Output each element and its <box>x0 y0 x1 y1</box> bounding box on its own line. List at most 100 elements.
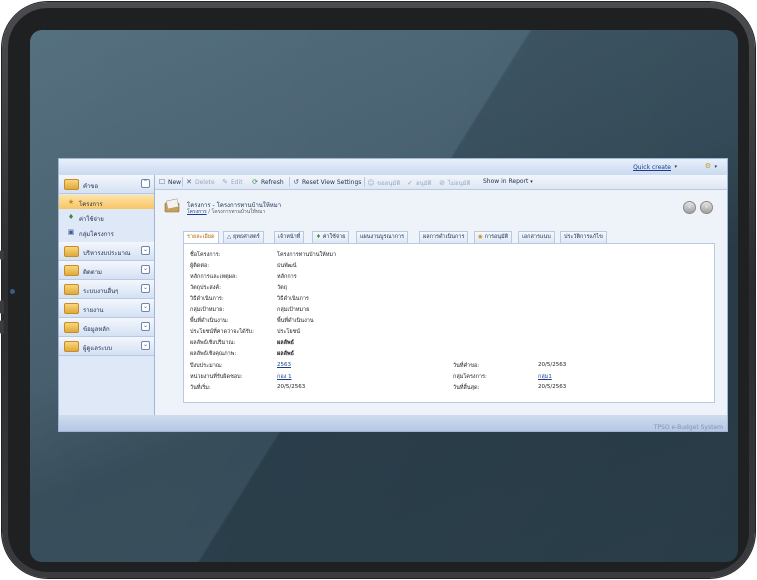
field-label: ประโยชน์ที่คาดว่าจะได้รับ: <box>190 329 255 335</box>
field-value: โครงการทานบ้านให้หมา <box>277 252 337 258</box>
breadcrumb: โครงการ / โครงการทานบ้านให้หมา <box>187 209 266 215</box>
quick-create-link[interactable]: Quick create <box>633 164 671 171</box>
main-content: โครงการ - โครงการทานบ้านให้หมา โครงการ /… <box>155 190 727 415</box>
field-value: ผลลัพธ์ <box>277 340 294 346</box>
sidebar-group-label: บริหารงบประมาณ <box>83 250 131 257</box>
field-value: 20/5/2563 <box>277 384 306 390</box>
sidebar-item-project-groups[interactable]: ▣ กลุ่มโครงการ <box>59 225 154 239</box>
expand-icon[interactable]: ⌄ <box>141 341 150 350</box>
tab-staff[interactable]: เจ้าหน้าที่ <box>274 231 305 243</box>
tools-icon[interactable]: ⚙ <box>705 162 711 170</box>
field-label: หลักการและเหตุผล: <box>190 274 238 280</box>
previous-record-button[interactable]: ‹ <box>683 201 696 214</box>
reject-button[interactable]: ⊘ ไม่อนุมัติ <box>438 178 470 188</box>
user-icon: ☺ <box>367 179 375 187</box>
sidebar-group-admin[interactable]: ผู้ดูแลระบบ ⌄ <box>59 337 154 356</box>
folder-icon <box>64 322 79 333</box>
new-document-icon: ☐ <box>158 178 166 186</box>
tab-attachments[interactable]: เอกสารแนบ <box>518 231 555 243</box>
reset-view-settings-button[interactable]: ↺ Reset View Settings <box>292 178 361 186</box>
field-label: ปีงบประมาณ: <box>190 363 223 369</box>
sidebar-item-label: ค่าใช้จ่าย <box>79 216 104 223</box>
field-value: หลักการ <box>277 274 297 280</box>
field-label: ผลลัพธ์เชิงปริมาณ: <box>190 340 236 346</box>
sidebar-group-label: ติดตาม <box>83 269 103 276</box>
money-icon: ♦ <box>67 213 75 221</box>
sidebar: คำขอ ⌃ ★ โครงการ ♦ ค่าใช้จ่าย ▣ กลุ่มโคร… <box>59 175 155 415</box>
delete-icon: ✕ <box>186 178 192 186</box>
chevron-down-icon: ▾ <box>530 179 533 185</box>
sidebar-item-expenses[interactable]: ♦ ค่าใช้จ่าย <box>59 210 154 224</box>
field-value: 20/5/2563 <box>538 384 567 390</box>
details-panel: ชื่อโครงการ: โครงการทานบ้านให้หมา ผู้ติดต… <box>183 243 715 403</box>
edit-button[interactable]: ✎ Edit <box>221 178 243 186</box>
tab-strategy[interactable]: △ ยุทธศาสตร์ <box>223 231 264 243</box>
approve-button[interactable]: ✓ อนุมัติ <box>406 178 432 188</box>
folder-icon <box>64 179 79 190</box>
strategy-icon: △ <box>227 234 232 240</box>
expand-icon[interactable]: ⌄ <box>141 322 150 331</box>
tab-integration-plan[interactable]: แผนงานบูรณาการ <box>356 231 409 243</box>
sidebar-group-requests[interactable]: คำขอ ⌃ <box>59 175 154 194</box>
sidebar-group-budget[interactable]: บริหารงบประมาณ ⌄ <box>59 242 154 261</box>
sidebar-group-label: รายงาน <box>83 307 104 314</box>
field-value: พื้นที่ดำเนินงาน <box>277 318 314 324</box>
department-link[interactable]: กอง 1 <box>277 373 292 381</box>
field-label: หน่วยงานที่รับผิดชอบ: <box>190 374 243 380</box>
volume-button <box>0 300 4 314</box>
sidebar-group-other[interactable]: ระบบงานอื่นๆ ⌄ <box>59 280 154 299</box>
sidebar-group-tracking[interactable]: ติดตาม ⌄ <box>59 261 154 280</box>
record-icon <box>164 198 180 213</box>
expand-icon[interactable]: ⌄ <box>141 246 150 255</box>
chevron-down-icon[interactable]: ▾ <box>674 164 677 170</box>
folder-icon <box>64 246 79 257</box>
field-label: วิธีดำเนินการ: <box>190 296 224 302</box>
folder-icon <box>64 265 79 276</box>
tab-approval[interactable]: ◉ การอนุมัติ <box>474 231 513 243</box>
app-window: Quick create ▾ ⚙ ▾ คำขอ ⌃ ★ โครงการ ♦ ค่… <box>58 158 728 432</box>
field-value: วิธีดำเนินการ <box>277 296 309 302</box>
fiscal-year-link[interactable]: 2563 <box>277 362 291 368</box>
reject-icon: ⊘ <box>439 179 445 187</box>
toolbar: ☐ New ✕ Delete ✎ Edit ⟳ Refresh ↺ Reset View … <box>155 175 727 190</box>
expand-icon[interactable]: ⌄ <box>141 265 150 274</box>
field-value: 20/5/2563 <box>538 362 567 368</box>
show-in-report-button[interactable]: Show in Report ▾ <box>483 178 533 185</box>
tab-history[interactable]: ประวัติการแก้ไข <box>560 231 607 243</box>
volume-button <box>0 320 4 334</box>
new-button[interactable]: ☐ New <box>158 178 181 186</box>
volume-button <box>0 250 4 260</box>
group-icon: ▣ <box>67 228 75 236</box>
status-bar: TPSO e-Budget System <box>59 415 727 431</box>
field-label: วันที่สิ้นสุด: <box>453 385 480 391</box>
field-label: พื้นที่ดำเนินงาน: <box>190 318 229 324</box>
expand-icon[interactable]: ⌄ <box>141 284 150 293</box>
delete-button[interactable]: ✕ Delete <box>185 178 215 186</box>
request-approval-button[interactable]: ☺ ขออนุมัติ <box>367 178 400 188</box>
chevron-down-icon[interactable]: ▾ <box>714 164 717 170</box>
breadcrumb-link-projects[interactable]: โครงการ <box>187 209 207 215</box>
next-record-button[interactable]: › <box>700 201 713 214</box>
expand-icon[interactable]: ⌄ <box>141 303 150 312</box>
edit-icon: ✎ <box>222 178 228 186</box>
sidebar-group-label: ผู้ดูแลระบบ <box>83 345 113 352</box>
refresh-icon: ⟳ <box>252 178 258 186</box>
sidebar-group-reports[interactable]: รายงาน ⌄ <box>59 299 154 318</box>
refresh-button[interactable]: ⟳ Refresh <box>251 178 284 186</box>
field-label: กลุ่มโครงการ: <box>453 374 487 380</box>
field-value: กลุ่มเป้าหมาย <box>277 307 310 313</box>
field-value: ธนพัฒน์ <box>277 263 297 269</box>
tab-results[interactable]: ผลการดำเนินการ <box>419 231 469 243</box>
top-bar: Quick create ▾ ⚙ ▾ <box>59 159 727 175</box>
field-label: วันที่เริ่ม: <box>190 385 211 391</box>
project-group-link[interactable]: กลุ่ม1 <box>538 373 552 381</box>
tab-expenses[interactable]: ♦ ค่าใช้จ่าย <box>312 231 350 243</box>
sidebar-group-label: ระบบงานอื่นๆ <box>83 288 119 295</box>
reset-icon: ↺ <box>293 178 299 186</box>
sidebar-item-projects[interactable]: ★ โครงการ <box>59 195 154 209</box>
collapse-icon[interactable]: ⌃ <box>141 179 150 188</box>
folder-icon <box>64 303 79 314</box>
money-icon: ♦ <box>316 234 321 240</box>
sidebar-group-master-data[interactable]: ข้อมูลหลัก ⌄ <box>59 318 154 337</box>
sidebar-item-label: โครงการ <box>79 201 103 208</box>
